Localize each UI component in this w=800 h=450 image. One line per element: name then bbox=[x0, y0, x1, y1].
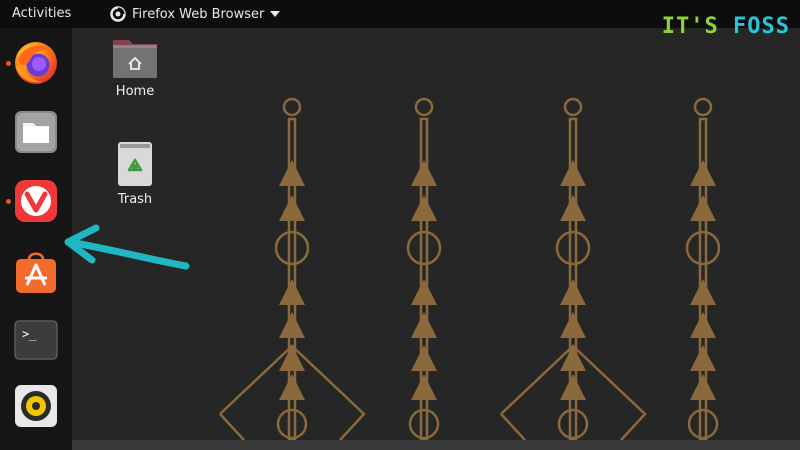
dock-item-firefox[interactable] bbox=[12, 38, 60, 86]
logo-part-1: IT'S bbox=[661, 14, 719, 39]
logo-part-2: FOSS bbox=[733, 14, 790, 39]
dock-item-software[interactable] bbox=[12, 247, 60, 295]
dock-item-vivaldi[interactable] bbox=[12, 177, 60, 225]
app-menu-label: Firefox Web Browser bbox=[132, 6, 265, 22]
activities-button[interactable]: Activities bbox=[12, 6, 71, 21]
files-icon bbox=[15, 111, 57, 153]
firefox-icon bbox=[15, 42, 57, 84]
firefox-small-icon bbox=[110, 6, 126, 22]
terminal-icon: >_ bbox=[14, 320, 58, 360]
home-folder-icon bbox=[113, 40, 157, 78]
dock-item-terminal[interactable]: >_ bbox=[12, 316, 60, 364]
bottom-strip bbox=[0, 440, 800, 450]
chevron-down-icon bbox=[270, 11, 281, 17]
trash-icon bbox=[118, 142, 152, 186]
software-center-icon bbox=[16, 252, 56, 293]
app-menu[interactable]: Firefox Web Browser bbox=[110, 5, 281, 23]
dock-item-rhythmbox[interactable] bbox=[12, 382, 60, 430]
its-foss-logo: IT'S FOSS bbox=[662, 14, 790, 39]
dock-item-files[interactable] bbox=[12, 108, 60, 156]
desktop-icon-label: Trash bbox=[117, 192, 153, 207]
rhythmbox-icon bbox=[15, 385, 57, 427]
desktop-icon-label: Home bbox=[115, 84, 155, 99]
desktop-icon-trash[interactable]: Trash bbox=[90, 140, 180, 207]
desktop-icon-home[interactable]: Home bbox=[90, 36, 180, 99]
vivaldi-icon bbox=[15, 180, 57, 222]
running-indicator bbox=[6, 61, 11, 66]
annotation-arrow bbox=[64, 224, 190, 270]
svg-text:>_: >_ bbox=[22, 327, 37, 341]
running-indicator bbox=[6, 199, 11, 204]
